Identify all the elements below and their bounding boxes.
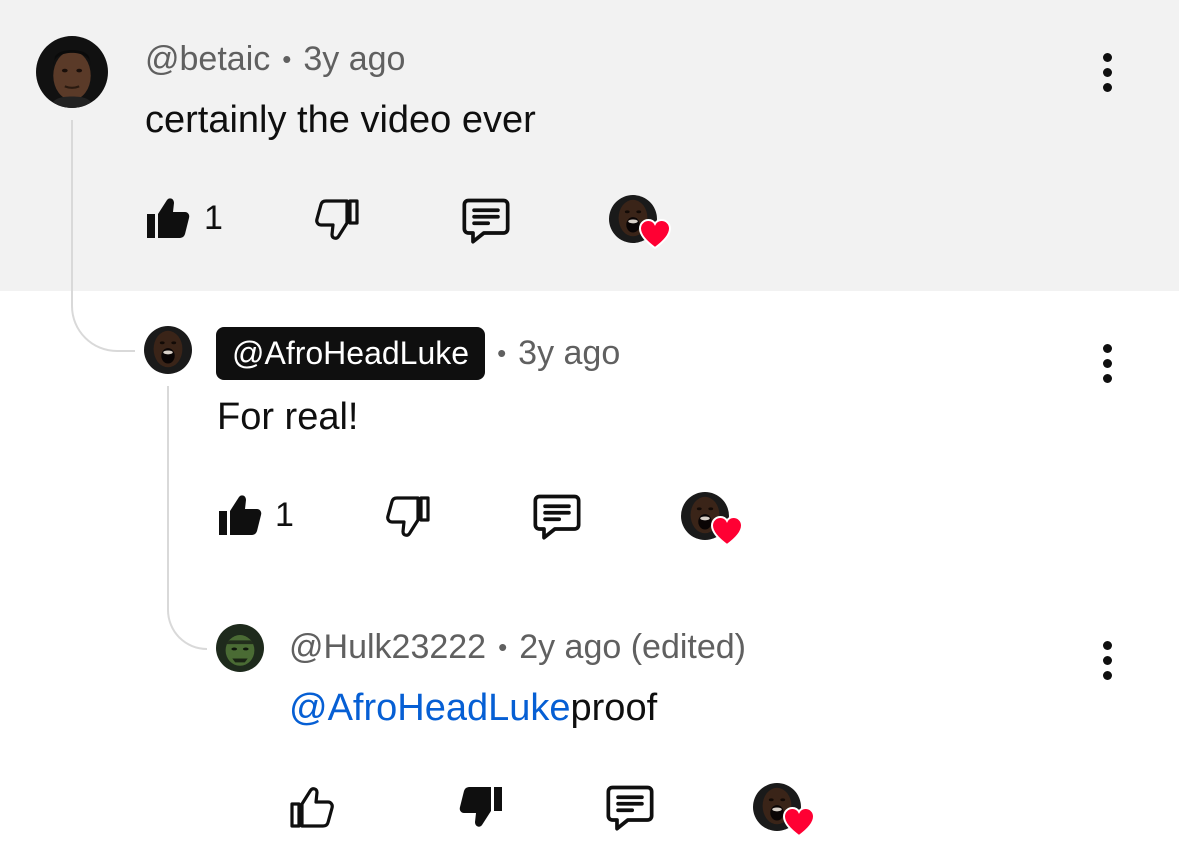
thumbs-up-icon[interactable] — [215, 491, 263, 539]
author-handle[interactable]: @Hulk23222 — [289, 628, 486, 667]
more-vert-icon[interactable] — [1087, 339, 1127, 387]
thumbs-up-icon[interactable] — [287, 783, 335, 831]
thumbs-down-icon[interactable] — [458, 783, 506, 831]
more-vert-icon[interactable] — [1087, 636, 1127, 684]
comment-text-body: proof — [570, 687, 658, 729]
thumbs-down-icon[interactable] — [314, 196, 362, 244]
like-count: 1 — [275, 496, 294, 534]
reply-icon[interactable] — [531, 490, 583, 542]
avatar[interactable] — [36, 36, 108, 108]
separator-dot: • — [497, 338, 507, 368]
comment-text: For real! — [217, 396, 359, 438]
heart-icon — [783, 807, 815, 837]
separator-dot: • — [282, 44, 292, 74]
reply-icon[interactable] — [460, 194, 512, 246]
thread-connector — [71, 120, 135, 352]
author-handle[interactable]: @betaic — [145, 40, 270, 79]
comment-time[interactable]: 3y ago — [303, 40, 405, 79]
comment-meta: @betaic • 3y ago — [145, 40, 405, 79]
creator-heart[interactable] — [753, 783, 819, 839]
creator-heart[interactable] — [681, 492, 747, 548]
comment-meta: @AfroHeadLuke • 3y ago — [216, 327, 620, 380]
heart-icon — [639, 219, 671, 249]
heart-icon — [711, 516, 743, 546]
thumbs-up-icon[interactable] — [143, 194, 191, 242]
comment-meta: @Hulk23222 • 2y ago (edited) — [289, 628, 746, 667]
avatar[interactable] — [216, 624, 264, 672]
avatar[interactable] — [144, 326, 192, 374]
comment-time[interactable]: 2y ago (edited) — [519, 628, 746, 667]
more-vert-icon[interactable] — [1087, 48, 1127, 96]
like-count: 1 — [204, 199, 223, 237]
creator-heart[interactable] — [609, 195, 675, 251]
reply-icon[interactable] — [604, 781, 656, 833]
comment-time[interactable]: 3y ago — [518, 334, 620, 373]
comment-text: certainly the video ever — [145, 99, 536, 141]
comment-text: @AfroHeadLukeproof — [289, 687, 657, 730]
thread-connector — [167, 386, 207, 650]
mention-link[interactable]: @AfroHeadLuke — [289, 687, 571, 729]
thumbs-down-icon[interactable] — [385, 493, 433, 541]
separator-dot: • — [498, 632, 508, 662]
author-handle-badge[interactable]: @AfroHeadLuke — [216, 327, 486, 380]
